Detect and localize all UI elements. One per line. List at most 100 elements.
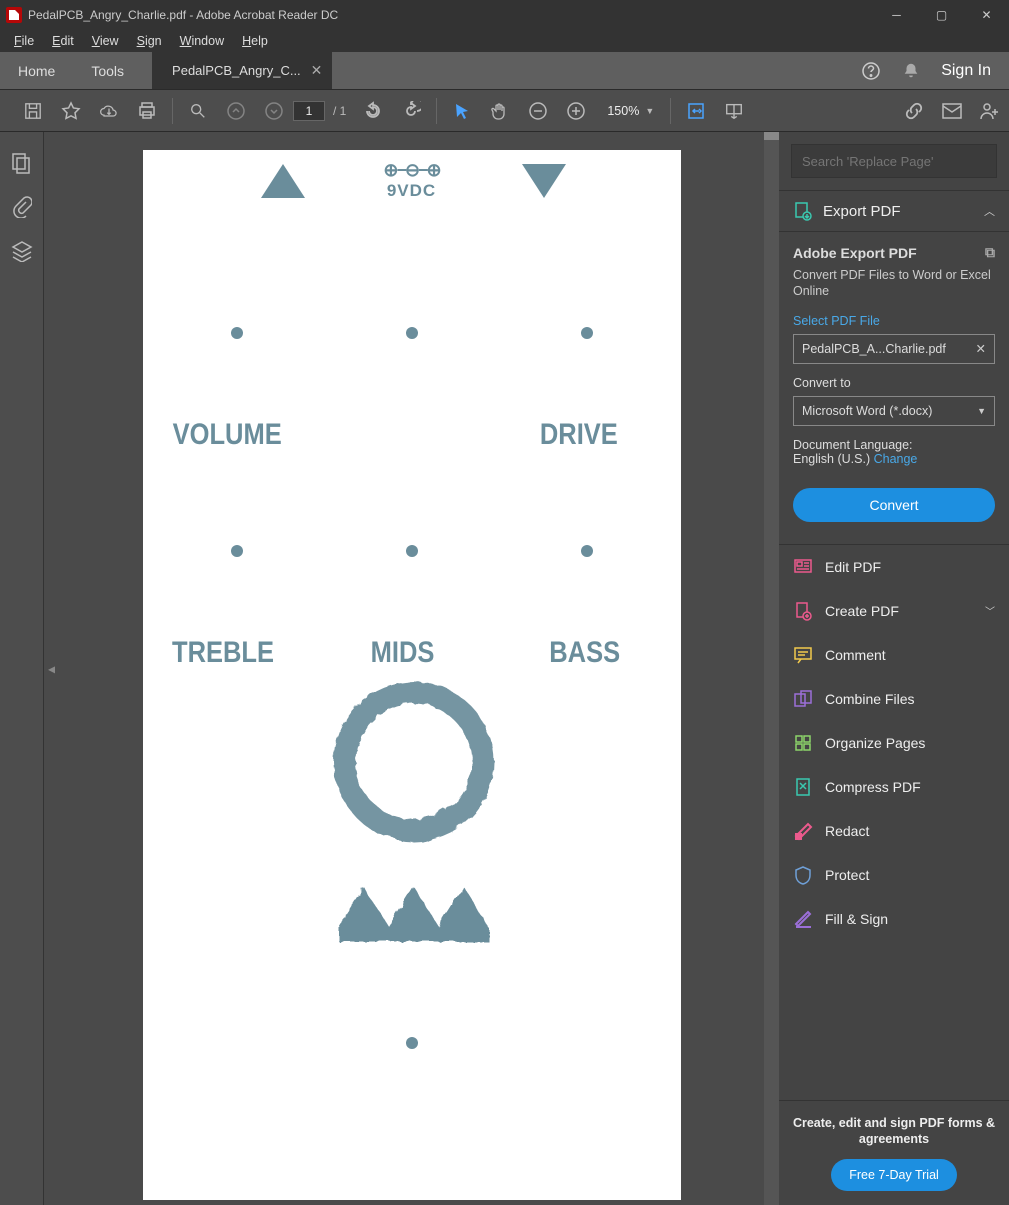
layers-icon[interactable] xyxy=(11,240,33,262)
app-logo-icon xyxy=(6,7,22,23)
close-button[interactable]: ✕ xyxy=(964,0,1009,30)
save-icon[interactable] xyxy=(14,92,52,130)
rotate-cw-icon[interactable] xyxy=(392,92,430,130)
menu-sign[interactable]: Sign xyxy=(129,32,170,50)
toolbar: / 1 150% ▼ xyxy=(0,90,1009,132)
selected-file[interactable]: PedalPCB_A...Charlie.pdf ✕ xyxy=(793,334,995,364)
print-icon[interactable] xyxy=(128,92,166,130)
change-language-link[interactable]: Change xyxy=(874,452,918,466)
tool-organize[interactable]: Organize Pages xyxy=(779,721,1009,765)
clear-file-icon[interactable]: ✕ xyxy=(976,341,986,356)
export-subtitle: Convert PDF Files to Word or Excel Onlin… xyxy=(793,267,995,300)
menu-edit[interactable]: Edit xyxy=(44,32,82,50)
trial-button[interactable]: Free 7-Day Trial xyxy=(831,1159,957,1191)
page-down-icon[interactable] xyxy=(255,92,293,130)
document-area[interactable]: ◂ ▸ ⊕−⊖−⊕ 9VDC VOLUME DRIVE TREBLE MIDS … xyxy=(44,132,779,1205)
chevron-down-icon: ﹀ xyxy=(985,603,995,618)
external-link-icon[interactable]: ⧉ xyxy=(985,244,995,261)
label-treble: TREBLE xyxy=(172,636,274,670)
pdf-page: ⊕−⊖−⊕ 9VDC VOLUME DRIVE TREBLE MIDS BASS xyxy=(143,150,681,1200)
tool-redact[interactable]: Redact xyxy=(779,809,1009,853)
tool-combine[interactable]: Combine Files xyxy=(779,677,1009,721)
select-arrow-icon[interactable] xyxy=(443,92,481,130)
maximize-button[interactable]: ▢ xyxy=(919,0,964,30)
dot xyxy=(581,327,593,339)
tool-comment[interactable]: Comment xyxy=(779,633,1009,677)
triangle-up-icon xyxy=(261,164,305,198)
convert-to-label: Convert to xyxy=(793,376,995,390)
cloud-icon[interactable] xyxy=(90,92,128,130)
share-user-icon[interactable] xyxy=(971,92,1009,130)
label-drive: DRIVE xyxy=(539,418,617,452)
zoom-in-icon[interactable] xyxy=(557,92,595,130)
titlebar: PedalPCB_Angry_Charlie.pdf - Adobe Acrob… xyxy=(0,0,1009,30)
triangle-down-icon xyxy=(522,164,566,198)
tool-edit-pdf[interactable]: Edit PDF xyxy=(779,545,1009,589)
zoom-out-icon[interactable] xyxy=(519,92,557,130)
select-file-label: Select PDF File xyxy=(793,314,995,328)
dot xyxy=(406,327,418,339)
menu-view[interactable]: View xyxy=(84,32,127,50)
promo-text: Create, edit and sign PDF forms & agreem… xyxy=(789,1115,999,1148)
attachments-icon[interactable] xyxy=(12,196,32,218)
star-icon[interactable] xyxy=(52,92,90,130)
zigzag-icon xyxy=(332,870,492,940)
chevron-up-icon[interactable]: ︿ xyxy=(984,203,995,219)
zoom-level[interactable]: 150% xyxy=(607,104,639,118)
export-pdf-header[interactable]: Export PDF ︿ xyxy=(779,190,1009,232)
rotate-ccw-icon[interactable] xyxy=(354,92,392,130)
window-title: PedalPCB_Angry_Charlie.pdf - Adobe Acrob… xyxy=(28,8,874,22)
export-body: Adobe Export PDF ⧉ Convert PDF Files to … xyxy=(779,232,1009,545)
power-label: ⊕−⊖−⊕ 9VDC xyxy=(383,160,439,201)
menubar: File Edit View Sign Window Help xyxy=(0,30,1009,52)
scrollbar[interactable] xyxy=(764,132,779,1205)
fit-width-icon[interactable] xyxy=(677,92,715,130)
menu-window[interactable]: Window xyxy=(172,32,232,50)
page-up-icon[interactable] xyxy=(217,92,255,130)
label-volume: VOLUME xyxy=(172,418,281,452)
tool-list: Edit PDF Create PDF﹀ Comment Combine Fil… xyxy=(779,545,1009,1100)
bell-icon[interactable] xyxy=(901,61,921,81)
dot xyxy=(231,545,243,557)
right-panel: Export PDF ︿ Adobe Export PDF ⧉ Convert … xyxy=(779,132,1009,1205)
selected-file-name: PedalPCB_A...Charlie.pdf xyxy=(802,342,946,356)
export-header-label: Export PDF xyxy=(823,203,974,220)
help-icon[interactable] xyxy=(861,61,881,81)
tool-protect[interactable]: Protect xyxy=(779,853,1009,897)
format-value: Microsoft Word (*.docx) xyxy=(802,404,932,418)
document-language: Document Language: English (U.S.) Change xyxy=(793,438,995,466)
collapse-left-icon[interactable]: ◂ xyxy=(48,660,55,677)
chevron-down-icon: ▼ xyxy=(977,406,986,416)
thumbnails-icon[interactable] xyxy=(11,152,33,174)
zoom-dropdown-icon[interactable]: ▼ xyxy=(645,106,654,116)
search-box[interactable] xyxy=(791,144,997,178)
page-total: / 1 xyxy=(333,104,346,118)
minimize-button[interactable]: ─ xyxy=(874,0,919,30)
tool-create-pdf[interactable]: Create PDF﹀ xyxy=(779,589,1009,633)
tab-close-icon[interactable]: ✕ xyxy=(311,62,323,79)
label-mids: MIDS xyxy=(370,636,434,670)
find-icon[interactable] xyxy=(179,92,217,130)
tab-document-label: PedalPCB_Angry_C... xyxy=(172,63,301,78)
dot xyxy=(581,545,593,557)
promo-box: Create, edit and sign PDF forms & agreem… xyxy=(779,1100,1009,1205)
mail-icon[interactable] xyxy=(933,92,971,130)
dot xyxy=(406,1037,418,1049)
read-mode-icon[interactable] xyxy=(715,92,753,130)
convert-button[interactable]: Convert xyxy=(793,488,995,522)
hand-icon[interactable] xyxy=(481,92,519,130)
page-input[interactable] xyxy=(293,101,325,121)
tool-fill-sign[interactable]: Fill & Sign xyxy=(779,897,1009,941)
tool-compress[interactable]: Compress PDF xyxy=(779,765,1009,809)
format-select[interactable]: Microsoft Word (*.docx) ▼ xyxy=(793,396,995,426)
menu-help[interactable]: Help xyxy=(234,32,276,50)
tab-tools[interactable]: Tools xyxy=(73,52,142,89)
tab-home[interactable]: Home xyxy=(0,52,73,89)
search-input[interactable] xyxy=(802,154,986,169)
menu-file[interactable]: File xyxy=(6,32,42,50)
link-icon[interactable] xyxy=(895,92,933,130)
tab-row: Home Tools PedalPCB_Angry_C... ✕ Sign In xyxy=(0,52,1009,90)
sign-in-button[interactable]: Sign In xyxy=(941,62,991,80)
left-rail xyxy=(0,132,44,1205)
tab-document[interactable]: PedalPCB_Angry_C... ✕ xyxy=(152,52,332,89)
